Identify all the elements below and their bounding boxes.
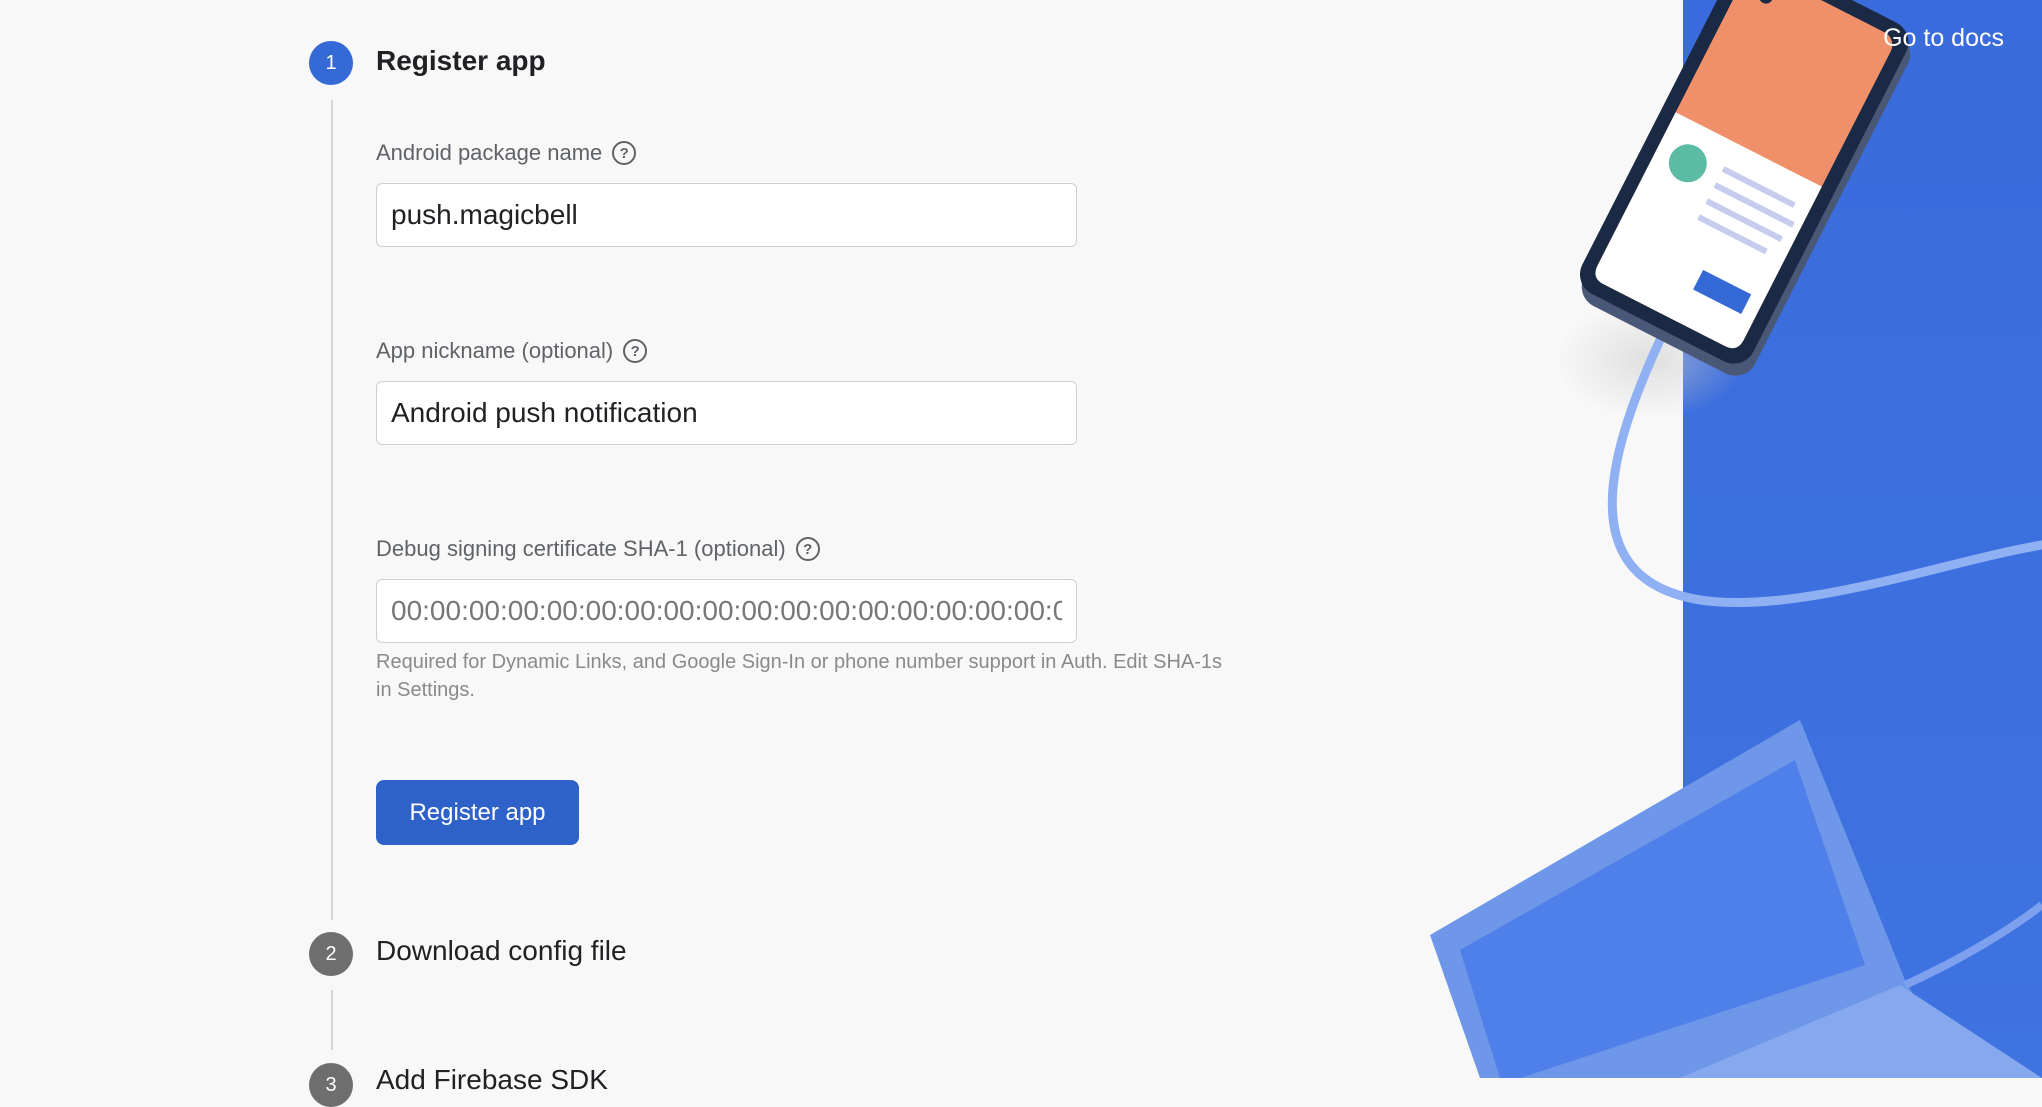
illustration xyxy=(1430,0,2042,1078)
go-to-docs-link[interactable]: Go to docs xyxy=(1883,24,2004,53)
laptop-illustration xyxy=(1430,720,2042,1078)
